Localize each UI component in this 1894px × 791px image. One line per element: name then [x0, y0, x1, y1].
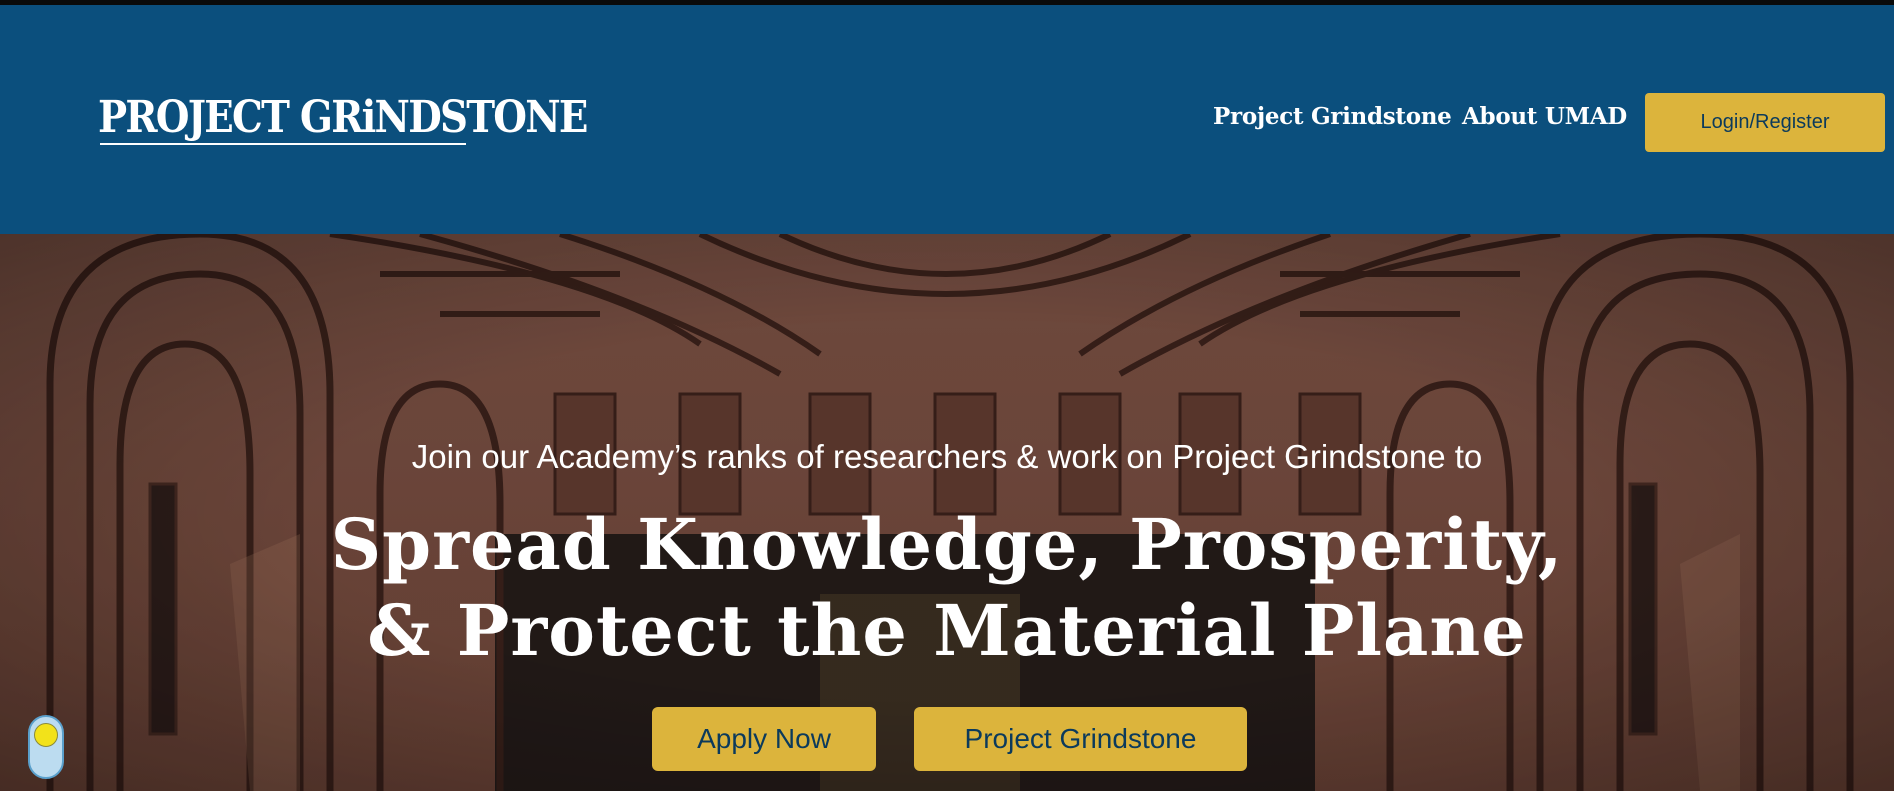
- project-grindstone-button[interactable]: Project Grindstone: [914, 707, 1247, 771]
- site-header: PROJECT GRiNDSTONE Project Grindstone Ab…: [0, 5, 1894, 234]
- theme-toggle[interactable]: [28, 715, 64, 779]
- hero-headline-line2: & Protect the Material Plane: [367, 589, 1527, 672]
- toggle-knob-icon: [34, 723, 58, 747]
- nav-link-project-grindstone[interactable]: Project Grindstone: [1213, 103, 1452, 130]
- hero-tagline: Join our Academy’s ranks of researchers …: [411, 438, 1483, 475]
- hero-content: Join our Academy’s ranks of researchers …: [0, 234, 1894, 791]
- logo-wordmark: PROJECT GRiNDSTONE: [98, 92, 588, 143]
- logo-underline: [100, 143, 466, 145]
- hero-section: Join our Academy’s ranks of researchers …: [0, 234, 1894, 791]
- apply-now-button[interactable]: Apply Now: [652, 707, 876, 771]
- hero-headline-line1: Spread Knowledge, Prosperity,: [330, 503, 1564, 586]
- nav-link-about-umad[interactable]: About UMAD: [1462, 103, 1627, 130]
- site-logo[interactable]: PROJECT GRiNDSTONE: [98, 92, 588, 149]
- login-register-button[interactable]: Login/Register: [1645, 93, 1885, 152]
